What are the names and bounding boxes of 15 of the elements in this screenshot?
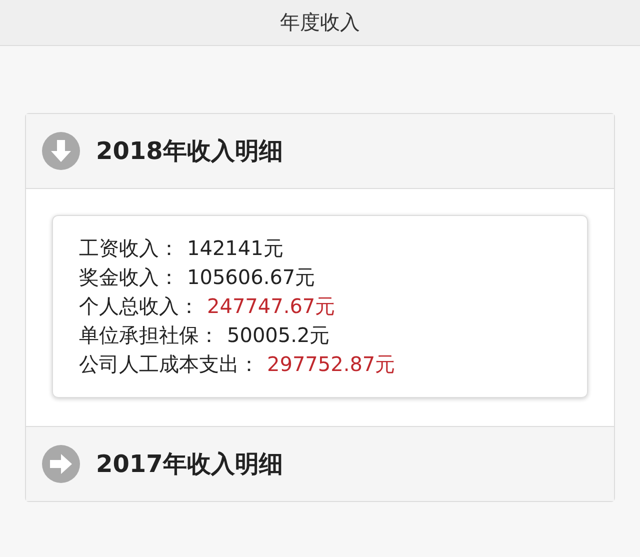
income-label: 工资收入： [79,236,179,260]
page-title: 年度收入 [279,9,361,36]
income-value: 142141元 [187,236,284,260]
income-value: 50005.2元 [227,323,330,347]
income-label: 公司人工成本支出： [79,352,259,376]
section-title: 2018年收入明细 [96,136,283,167]
section-title: 2017年收入明细 [96,449,283,480]
income-value: 247747.67元 [207,294,336,318]
income-label: 个人总收入： [79,294,199,318]
income-label: 单位承担社保： [79,323,219,347]
income-value: 105606.67元 [187,265,316,289]
income-label: 奖金收入： [79,265,179,289]
income-value: 297752.87元 [267,352,396,376]
accordion-header[interactable]: 2018年收入明细 [26,114,614,188]
accordion-header[interactable]: 2017年收入明细 [26,426,614,501]
